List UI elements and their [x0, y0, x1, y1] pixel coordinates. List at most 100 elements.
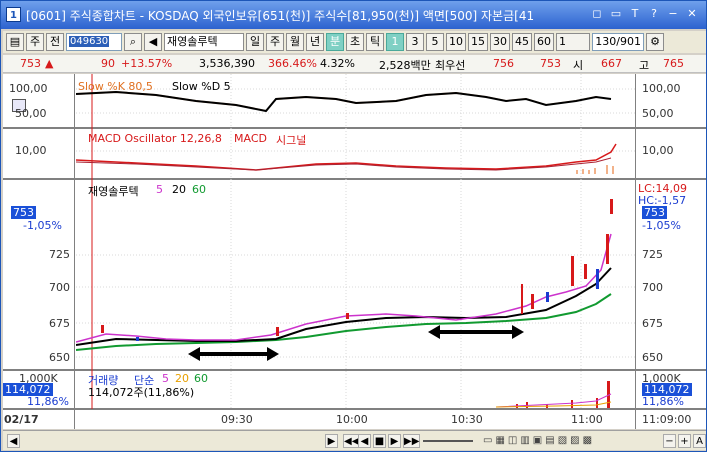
price-tick-650: 650 [49, 351, 70, 364]
restore-icon[interactable]: ◻ [589, 6, 605, 22]
prev-page-icon[interactable]: ◀ [358, 434, 371, 448]
code-input[interactable]: 049630 [66, 33, 122, 51]
period-tick[interactable]: 틱 [366, 33, 384, 51]
range-button[interactable]: 전 [46, 33, 64, 51]
pref-label: 최우선 [435, 59, 466, 72]
price-title: 재영솔루텍 [88, 185, 139, 198]
high-label: 고 [639, 59, 650, 72]
trade-amount: 2,528백만 [379, 59, 431, 72]
quote-bar: 753 ▲ 90 +13.57% 3,536,390 366.46% 4.32%… [3, 55, 706, 73]
scroll-right-icon[interactable]: ▶ [325, 434, 338, 448]
sound-icon[interactable]: ◀ [144, 33, 162, 51]
search-icon[interactable]: ⌕ [124, 33, 142, 51]
interval-1[interactable]: 1 [386, 33, 404, 51]
period-day[interactable]: 일 [246, 33, 264, 51]
interval-5[interactable]: 5 [426, 33, 444, 51]
up-arrow-icon: ▲ [45, 57, 54, 70]
bottom-scrollbar[interactable]: ◀ ▶ ◀◀ ◀ ■ ▶ ▶▶ ▭▦◫▥▣▤▧▨▩ − + A [3, 430, 706, 450]
help-icon[interactable]: ? [646, 6, 662, 22]
price-current-pct-r: -1,05% [642, 219, 681, 232]
arrow-head-left-1 [188, 347, 200, 361]
volume-ratio: 366.46% [268, 57, 317, 70]
time-0930: 09:30 [221, 413, 253, 426]
app-icon: 1 [6, 7, 21, 22]
price-ma5: 5 [156, 183, 163, 196]
date-label: 02/17 [4, 413, 39, 426]
period-second[interactable]: 초 [346, 33, 364, 51]
price-current-tag-r: 753 [642, 206, 667, 219]
stoch-tick-100: 100,00 [9, 82, 48, 95]
grid-menu-icon[interactable]: ▤ [6, 33, 24, 51]
ma20-line [75, 267, 612, 346]
turnover: 4.32% [320, 57, 355, 70]
vol-current-pct-r: 11,86% [642, 395, 684, 408]
period-week[interactable]: 주 [266, 33, 284, 51]
pref-bid: 753 [540, 57, 561, 70]
period-month[interactable]: 월 [286, 33, 304, 51]
vol-current-pct: 11,86% [27, 395, 69, 408]
macd-tick-10-r: 10,00 [642, 144, 674, 157]
layout-icon[interactable]: ▭ [608, 6, 624, 22]
scroll-left-icon[interactable]: ◀ [7, 434, 20, 448]
period-year[interactable]: 년 [306, 33, 324, 51]
type-select[interactable]: 주 [26, 33, 44, 51]
interval-15[interactable]: 15 [468, 33, 488, 51]
volume: 3,536,390 [199, 57, 255, 70]
macd-title-osc: MACD Oscillator 12,26,8 [88, 132, 222, 145]
auto-icon[interactable]: A [693, 434, 706, 448]
macd-title-macd: MACD [234, 132, 267, 145]
price-tick-675-r: 675 [642, 317, 663, 330]
plot-area[interactable]: Slow %K 80,5 Slow %D 5 MACD Oscillator 1… [75, 74, 635, 429]
chart-svg [75, 74, 635, 409]
next-page-icon[interactable]: ▶ [388, 434, 401, 448]
period-minute[interactable]: 분 [326, 33, 344, 51]
pref-ask: 756 [493, 57, 514, 70]
close-icon[interactable]: ✕ [684, 6, 700, 22]
time-1100: 11:00 [571, 413, 603, 426]
vol-ma60-label: 60 [194, 372, 208, 385]
vol-summary: 114,072주(11,86%) [88, 386, 195, 399]
interval-3[interactable]: 3 [406, 33, 424, 51]
stoch-tick-50: 50,00 [15, 107, 47, 120]
price-current-tag: 753 [11, 206, 36, 219]
ma5-line [75, 233, 612, 343]
tool-icons[interactable]: ▭▦◫▥▣▤▧▨▩ [483, 435, 663, 447]
stop-icon[interactable]: ■ [373, 434, 386, 448]
last-page-icon[interactable]: ▶▶ [403, 434, 421, 448]
zoom-in-icon[interactable]: + [678, 434, 691, 448]
price-tick-650-r: 650 [642, 351, 663, 364]
title-bar[interactable]: 1 [0601] 주식종합차트 - KOSDAQ 외국인보유[651(천)] 주… [1, 1, 706, 29]
time-1000: 10:00 [336, 413, 368, 426]
stoch-title-d: Slow %D 5 [172, 80, 231, 93]
arrow-head-right-2 [512, 325, 524, 339]
zoom-out-icon[interactable]: − [663, 434, 676, 448]
window-title: [0601] 주식종합차트 - KOSDAQ 외국인보유[651(천)] 주식수… [26, 9, 535, 23]
page-input[interactable]: 130/901 [592, 33, 644, 51]
price-current-pct: -1,05% [23, 219, 62, 232]
price-tick-675: 675 [49, 317, 70, 330]
price-ma60: 60 [192, 183, 206, 196]
price-tick-700-r: 700 [642, 281, 663, 294]
font-icon[interactable]: T [627, 6, 643, 22]
open-price: 667 [601, 57, 622, 70]
interval-10[interactable]: 10 [446, 33, 466, 51]
high-price: 765 [663, 57, 684, 70]
stoch-tick-50-r: 50,00 [642, 107, 674, 120]
price-change: 90 [101, 57, 115, 70]
settings-icon[interactable]: ⚙ [646, 33, 664, 51]
zoom-slider[interactable] [423, 440, 473, 442]
chart-area[interactable]: 100,00 50,00 10,00 753 -1,05% 725 700 67… [3, 74, 706, 429]
macd-tick-10: 10,00 [15, 144, 47, 157]
open-label: 시 [573, 59, 584, 72]
macd-line [75, 143, 617, 171]
price-tick-725: 725 [49, 248, 70, 261]
interval-60[interactable]: 60 [534, 33, 554, 51]
minimize-icon[interactable]: − [665, 6, 681, 22]
interval-select[interactable]: 1 [556, 33, 590, 51]
price-tick-700: 700 [49, 281, 70, 294]
interval-45[interactable]: 45 [512, 33, 532, 51]
arrow-head-left-2 [428, 325, 440, 339]
price-tick-725-r: 725 [642, 248, 663, 261]
interval-30[interactable]: 30 [490, 33, 510, 51]
stock-name: 재영솔루텍 [164, 33, 244, 51]
